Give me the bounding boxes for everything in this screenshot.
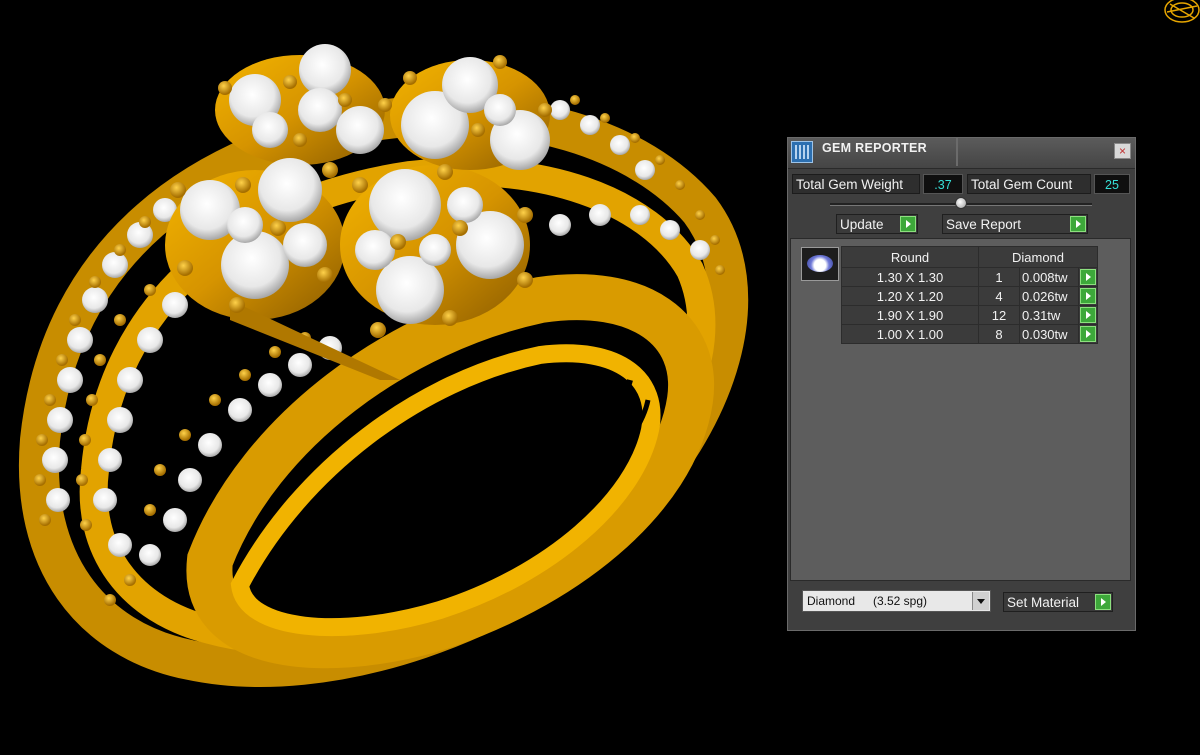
- play-icon: [1080, 269, 1096, 285]
- panel-title: GEM REPORTER: [822, 141, 927, 155]
- table-row[interactable]: 1.90 X 1.90 12 0.31tw: [841, 305, 1098, 325]
- header-shape: Round: [841, 246, 979, 268]
- material-spg: (3.52 spg): [873, 594, 928, 608]
- update-label: Update: [840, 217, 884, 232]
- save-report-label: Save Report: [946, 217, 1022, 232]
- gem-count: 1: [978, 267, 1020, 287]
- play-icon: [1080, 326, 1096, 342]
- table-row[interactable]: 1.30 X 1.30 1 0.008tw: [841, 267, 1098, 287]
- gem-reporter-panel: GEM REPORTER × Total Gem Weight .37 Tota…: [787, 137, 1136, 631]
- row-select-button[interactable]: [1078, 305, 1098, 325]
- row-select-button[interactable]: [1078, 324, 1098, 344]
- chevron-down-icon[interactable]: [972, 592, 989, 610]
- title-separator: [956, 138, 958, 166]
- play-icon: [1080, 288, 1096, 304]
- set-material-go-icon: [1095, 594, 1111, 610]
- gem-weight: 0.030tw: [1019, 324, 1079, 344]
- gem-weight: 0.31tw: [1019, 305, 1079, 325]
- row-select-button[interactable]: [1078, 286, 1098, 306]
- slider-handle[interactable]: [955, 197, 967, 209]
- header-material: Diamond: [978, 246, 1098, 268]
- round-gem-icon[interactable]: [801, 247, 839, 281]
- close-button[interactable]: ×: [1114, 143, 1131, 159]
- title-bar[interactable]: GEM REPORTER ×: [788, 138, 1135, 169]
- gem-table-header: Round Diamond: [841, 246, 1098, 268]
- update-button[interactable]: Update: [836, 214, 918, 234]
- set-material-button[interactable]: Set Material: [1003, 592, 1113, 612]
- total-gem-count-label: Total Gem Count: [967, 174, 1091, 194]
- total-gem-count-value: 25: [1094, 174, 1130, 194]
- gem-size: 1.20 X 1.20: [841, 286, 979, 306]
- save-report-go-icon: [1070, 216, 1086, 232]
- gem-size: 1.30 X 1.30: [841, 267, 979, 287]
- total-gem-weight-label: Total Gem Weight: [792, 174, 920, 194]
- table-row[interactable]: 1.00 X 1.00 8 0.030tw: [841, 324, 1098, 344]
- material-name: Diamond: [807, 594, 856, 608]
- gem-reporter-icon: [791, 141, 813, 163]
- gem-count: 4: [978, 286, 1020, 306]
- table-row[interactable]: 1.20 X 1.20 4 0.026tw: [841, 286, 1098, 306]
- totals-row: Total Gem Weight .37 Total Gem Count 25: [788, 174, 1135, 194]
- play-icon: [1080, 307, 1096, 323]
- gem-count: 12: [978, 305, 1020, 325]
- gem-weight: 0.008tw: [1019, 267, 1079, 287]
- row-select-button[interactable]: [1078, 267, 1098, 287]
- gem-list: Round Diamond 1.30 X 1.30 1 0.008tw 1.20…: [790, 238, 1131, 581]
- set-material-label: Set Material: [1007, 595, 1080, 610]
- total-gem-weight-value: .37: [923, 174, 963, 194]
- material-select[interactable]: Diamond (3.52 spg): [802, 590, 991, 612]
- gem-size: 1.90 X 1.90: [841, 305, 979, 325]
- gem-size: 1.00 X 1.00: [841, 324, 979, 344]
- update-go-icon: [900, 216, 916, 232]
- save-report-button[interactable]: Save Report: [942, 214, 1088, 234]
- ring-wireframe-icon[interactable]: [1164, 0, 1200, 23]
- gem-count: 8: [978, 324, 1020, 344]
- gem-table: Round Diamond 1.30 X 1.30 1 0.008tw 1.20…: [841, 246, 1098, 344]
- gem-weight: 0.026tw: [1019, 286, 1079, 306]
